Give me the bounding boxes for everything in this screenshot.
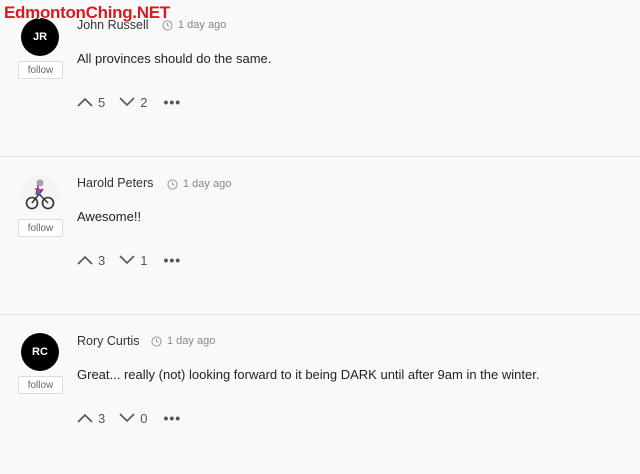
comment-timestamp: 1 day ago [151, 335, 215, 347]
bicycle-rider-icon [25, 179, 55, 210]
comment-text: All provinces should do the same. [77, 51, 272, 66]
comment-item: follow Harold Peters 1 day ago Awesome!!… [0, 158, 640, 316]
comment-actions: 3 1 ••• [77, 252, 181, 268]
chevron-down-icon [119, 255, 135, 265]
upvote-count: 3 [98, 252, 106, 268]
more-options-button[interactable]: ••• [163, 252, 181, 268]
follow-button[interactable]: follow [18, 61, 63, 79]
comment-timestamp: 1 day ago [167, 178, 231, 190]
more-options-button[interactable]: ••• [163, 94, 181, 110]
timestamp-text: 1 day ago [183, 178, 232, 190]
comment-text: Awesome!! [77, 209, 142, 224]
upvote-count: 3 [98, 410, 106, 426]
chevron-up-icon [77, 413, 93, 423]
downvote-button[interactable]: 1 [119, 253, 147, 268]
downvote-button[interactable]: 0 [119, 411, 147, 426]
comment-actions: 5 2 ••• [77, 94, 181, 110]
avatar[interactable] [21, 175, 59, 213]
downvote-count: 0 [140, 410, 148, 426]
timestamp-text: 1 day ago [167, 335, 216, 347]
follow-button[interactable]: follow [18, 376, 63, 394]
comment-author[interactable]: Rory Curtis [77, 334, 140, 348]
comment-item: RC follow Rory Curtis 1 day ago Great...… [0, 316, 640, 474]
comment-actions: 3 0 ••• [77, 410, 181, 426]
divider [0, 156, 640, 157]
site-watermark: EdmontonChing.NET [4, 3, 170, 22]
chevron-down-icon [119, 97, 135, 107]
chevron-up-icon [77, 255, 93, 265]
comment-text: Great... really (not) looking forward to… [77, 367, 540, 382]
timestamp-text: 1 day ago [178, 19, 227, 31]
chevron-up-icon [77, 97, 93, 107]
avatar[interactable]: JR [21, 18, 59, 56]
avatar[interactable]: RC [21, 333, 59, 371]
upvote-button[interactable]: 3 [77, 411, 105, 426]
divider [0, 314, 640, 315]
upvote-count: 5 [98, 94, 106, 110]
follow-button[interactable]: follow [18, 219, 63, 237]
comment-item: JR follow John Russell 1 day ago All pro… [0, 0, 640, 158]
clock-icon [167, 178, 178, 190]
downvote-button[interactable]: 2 [119, 95, 147, 110]
clock-icon [151, 335, 162, 347]
upvote-button[interactable]: 5 [77, 95, 105, 110]
more-options-button[interactable]: ••• [163, 410, 181, 426]
comment-author[interactable]: Harold Peters [77, 176, 153, 190]
chevron-down-icon [119, 413, 135, 423]
upvote-button[interactable]: 3 [77, 253, 105, 268]
downvote-count: 1 [140, 252, 148, 268]
downvote-count: 2 [140, 94, 148, 110]
comment-timestamp: 1 day ago [162, 19, 226, 31]
